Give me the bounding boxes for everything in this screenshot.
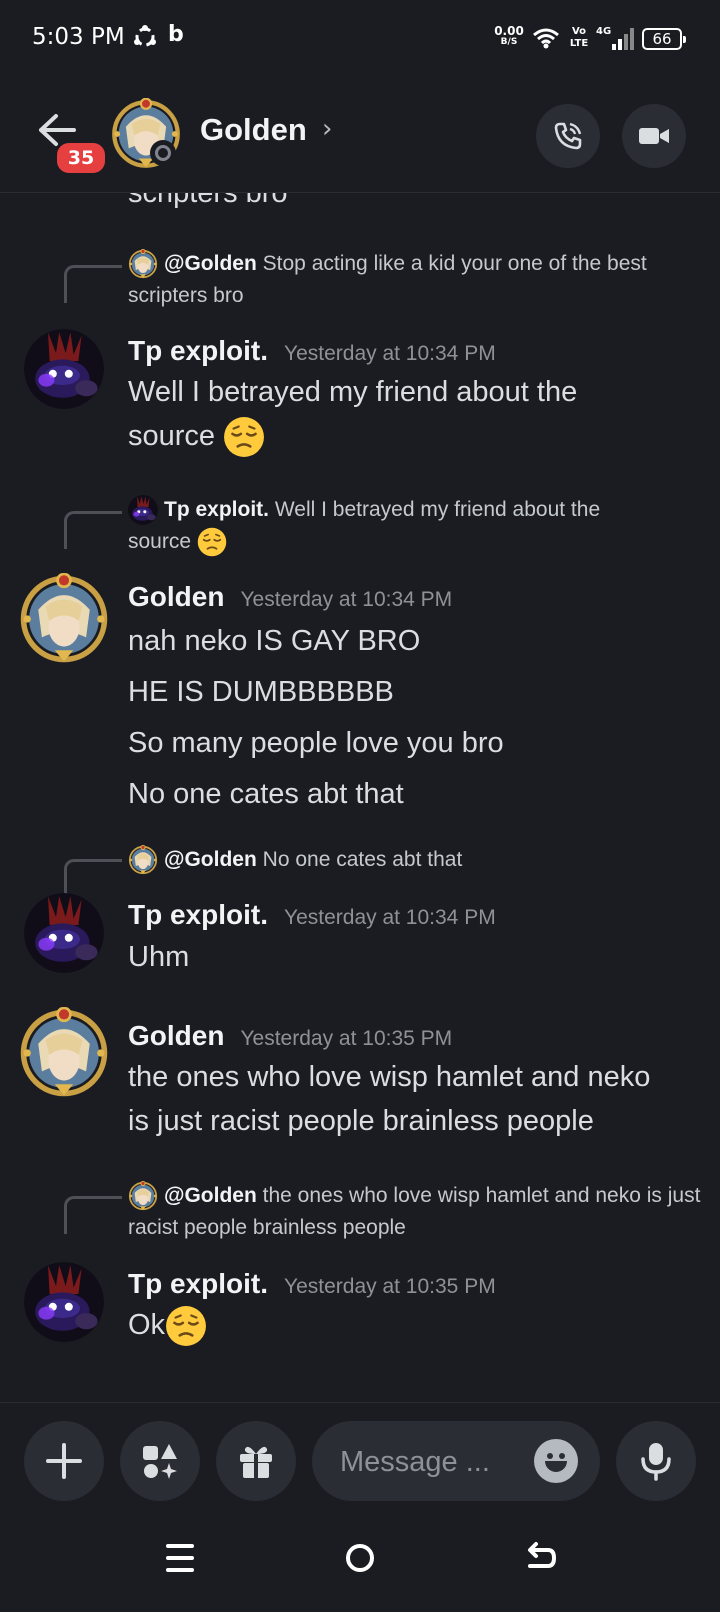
signal-icon [612, 28, 634, 50]
message-list[interactable]: scripters bro @Golden Stop acting like a… [0, 193, 720, 1401]
pensive-emoji-icon [165, 1305, 207, 1347]
net-speed: 0.00 B/S [494, 24, 524, 47]
battery-indicator: 66 [642, 28, 686, 50]
timestamp: Yesterday at 10:35 PM [240, 1027, 453, 1050]
status-indicator-icon [150, 140, 176, 166]
message-text: the ones who love wisp hamlet and neko i… [128, 1061, 651, 1137]
message-text: Well I betrayed my friend about the sour… [128, 370, 708, 458]
microphone-icon [641, 1443, 671, 1481]
avatar [128, 249, 158, 279]
chat-header: 35 Golden › [0, 80, 720, 193]
apps-icon [143, 1444, 177, 1479]
message-text: scripters bro [128, 193, 288, 209]
reply-preview[interactable]: Tp exploit. Well I betrayed my friend ab… [64, 494, 704, 558]
message-input[interactable] [338, 1439, 522, 1485]
avatar[interactable] [24, 329, 104, 409]
pensive-emoji-icon [197, 527, 227, 557]
phone-icon [554, 122, 582, 150]
reply-preview[interactable]: @Golden No one cates abt that [64, 844, 704, 876]
timestamp: Yesterday at 10:35 PM [284, 1275, 496, 1298]
message-header: Golden Yesterday at 10:35 PM [128, 1020, 452, 1052]
chevron-right-icon[interactable]: › [322, 114, 332, 144]
avatar [128, 495, 158, 525]
add-attachment-button[interactable] [24, 1421, 104, 1501]
emoji-icon[interactable] [534, 1439, 578, 1483]
avatar[interactable] [18, 1007, 110, 1099]
message-text: Uhm [128, 941, 190, 973]
system-navigation-bar [0, 1502, 720, 1612]
apps-button[interactable] [120, 1421, 200, 1501]
reply-preview[interactable]: @Golden Stop acting like a kid your one … [64, 248, 704, 312]
reply-preview[interactable]: @Golden the ones who love wisp hamlet an… [64, 1180, 704, 1244]
back-icon[interactable] [518, 1536, 562, 1580]
recent-apps-icon[interactable] [158, 1536, 202, 1580]
status-time: 5:03 PM [32, 24, 125, 50]
volte-indicator: Vo LTE [569, 26, 589, 49]
message-header: Tp exploit. Yesterday at 10:34 PM [128, 335, 496, 367]
voice-message-button[interactable] [616, 1421, 696, 1501]
avatar [128, 845, 158, 875]
composer-bar [0, 1402, 720, 1503]
bing-icon: b [168, 22, 184, 47]
message-header: Tp exploit. Yesterday at 10:34 PM [128, 899, 496, 931]
timestamp: Yesterday at 10:34 PM [240, 588, 453, 611]
avatar[interactable] [24, 1262, 104, 1342]
gift-icon [240, 1446, 272, 1478]
unread-badge: 35 [54, 140, 108, 176]
sync-icon [134, 25, 156, 47]
author-name[interactable]: Golden [128, 1020, 224, 1051]
message-header: Tp exploit. Yesterday at 10:35 PM [128, 1268, 496, 1300]
network-type: 4G [596, 26, 612, 37]
message-input-container[interactable] [312, 1421, 600, 1501]
plus-icon [46, 1443, 82, 1479]
page-title[interactable]: Golden [200, 112, 307, 148]
pensive-emoji-icon [223, 416, 265, 458]
author-name[interactable]: Golden [128, 581, 224, 612]
video-camera-icon [639, 128, 669, 144]
status-bar: 5:03 PM b 0.00 B/S Vo LTE 4G 66 [0, 0, 720, 80]
timestamp: Yesterday at 10:34 PM [284, 342, 496, 365]
avatar[interactable] [18, 573, 110, 665]
avatar [128, 1181, 158, 1211]
wifi-icon [533, 28, 559, 49]
home-icon[interactable] [338, 1536, 382, 1580]
author-name[interactable]: Tp exploit. [128, 899, 268, 930]
message-header: Golden Yesterday at 10:34 PM [128, 581, 452, 613]
message-text: nah neko IS GAY BRO HE IS DUMBBBBBB So m… [128, 625, 504, 810]
author-name[interactable]: Tp exploit. [128, 335, 268, 366]
author-name[interactable]: Tp exploit. [128, 1268, 268, 1299]
avatar[interactable] [24, 893, 104, 973]
video-call-button[interactable] [622, 104, 686, 168]
voice-call-button[interactable] [536, 104, 600, 168]
message-text: Ok [128, 1303, 207, 1347]
gift-button[interactable] [216, 1421, 296, 1501]
timestamp: Yesterday at 10:34 PM [284, 906, 496, 929]
